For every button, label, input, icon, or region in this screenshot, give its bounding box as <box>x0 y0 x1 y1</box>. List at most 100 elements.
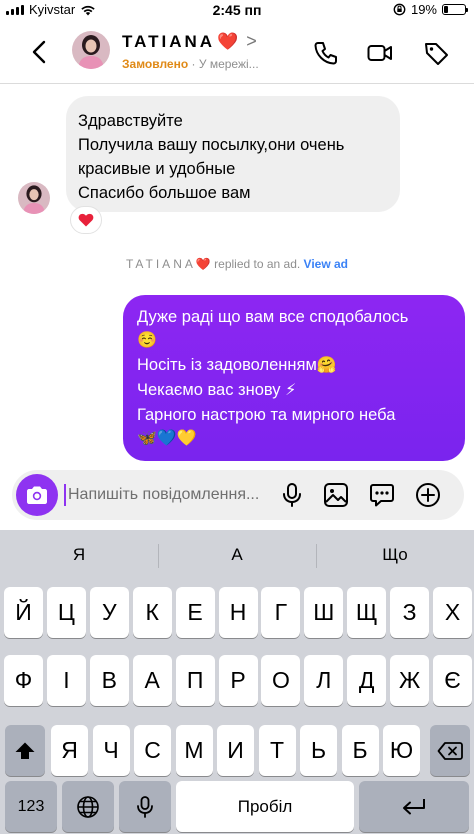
microphone-icon <box>137 795 153 818</box>
dictation-key[interactable] <box>119 781 171 832</box>
return-key[interactable] <box>359 781 469 832</box>
key-П[interactable]: П <box>175 655 215 706</box>
key-Р[interactable]: Р <box>218 655 258 706</box>
message-emoji: 🦋💙💛 <box>137 430 197 447</box>
message-text: Чекаємо вас знову <box>137 381 286 399</box>
key-Н[interactable]: Н <box>218 587 258 638</box>
suggestion-2[interactable]: А <box>158 530 316 580</box>
key-Й[interactable]: Й <box>4 587 43 638</box>
reply-note: TATIANA❤️ replied to an ad. View ad <box>0 257 474 271</box>
message-emoji: 🤗 <box>316 357 337 374</box>
key-І[interactable]: І <box>46 655 86 706</box>
key-У[interactable]: У <box>89 587 129 638</box>
status-right: 19% <box>393 2 468 17</box>
status-separator: · <box>188 57 199 71</box>
key-О[interactable]: О <box>261 655 301 706</box>
key-З[interactable]: З <box>390 587 430 638</box>
camera-icon <box>27 486 47 504</box>
key-И[interactable]: И <box>217 725 254 776</box>
shift-key[interactable] <box>5 725 45 776</box>
message-line: Спасибо большое вам <box>78 184 251 202</box>
heart-icon <box>78 213 94 227</box>
contact-subline: Замовлено · У мережі... <box>122 57 259 71</box>
status-bar: Kyivstar 2:45 пп 19% <box>0 0 474 20</box>
message-reaction[interactable] <box>70 206 102 234</box>
chat-header: TATIANA ❤️ > Замовлено · У мережі... <box>0 22 474 84</box>
contact-name-text: TATIANA <box>122 31 216 51</box>
key-Х[interactable]: Х <box>433 587 472 638</box>
video-camera-icon[interactable] <box>366 39 394 67</box>
key-С[interactable]: С <box>134 725 171 776</box>
back-arrow-icon[interactable] <box>26 38 54 66</box>
shift-icon <box>15 742 35 759</box>
key-Б[interactable]: Б <box>341 725 379 776</box>
globe-icon <box>77 795 99 818</box>
battery-icon <box>442 4 468 15</box>
tag-icon[interactable] <box>422 39 450 67</box>
backspace-icon <box>437 741 463 760</box>
suggestion-bar: Я А Що <box>0 530 474 580</box>
heart-emoji: ❤️ <box>195 257 211 271</box>
key-К[interactable]: К <box>132 587 172 638</box>
phone-icon[interactable] <box>312 39 340 67</box>
heart-emoji: ❤️ <box>217 31 239 51</box>
key-Л[interactable]: Л <box>304 655 344 706</box>
message-line: Носіть із задоволенням🤗 <box>137 353 451 378</box>
battery-percent: 19% <box>410 2 437 17</box>
key-А[interactable]: А <box>132 655 172 706</box>
key-Е[interactable]: Е <box>175 587 215 638</box>
order-status: Замовлено <box>122 57 189 71</box>
message-line: Гарного настрою та мирного неба <box>137 406 396 424</box>
key-Щ[interactable]: Щ <box>347 587 387 638</box>
plus-icon[interactable] <box>414 481 442 509</box>
message-input[interactable] <box>68 482 282 508</box>
key-Ч[interactable]: Ч <box>92 725 130 776</box>
keyboard: Я А Що ЙЦУКЕНГШЩЗХ ФІВАПРОЛДЖЄ ЯЧСМИТЬБЮ… <box>0 530 474 834</box>
sticker-icon[interactable] <box>368 481 396 509</box>
key-М[interactable]: М <box>175 725 213 776</box>
message-composer <box>12 470 464 520</box>
key-Г[interactable]: Г <box>261 587 301 638</box>
image-icon[interactable] <box>322 481 350 509</box>
key-Ф[interactable]: Ф <box>4 655 43 706</box>
space-key[interactable]: Пробіл <box>176 781 354 832</box>
key-В[interactable]: В <box>89 655 129 706</box>
incoming-message[interactable]: Здравствуйте Получила вашу посылку,они о… <box>66 96 400 212</box>
message-line: Получила вашу посылку,они очень <box>78 136 345 154</box>
view-ad-link[interactable]: View ad <box>304 257 348 271</box>
key-Є[interactable]: Є <box>433 655 472 706</box>
key-Ж[interactable]: Ж <box>390 655 430 706</box>
text-cursor <box>64 484 66 506</box>
camera-button[interactable] <box>16 474 58 516</box>
reply-text: replied to an ad. <box>210 257 304 271</box>
battery-fill <box>444 6 448 13</box>
key-Я[interactable]: Я <box>51 725 88 776</box>
key-Ш[interactable]: Ш <box>304 587 344 638</box>
contact-name[interactable]: TATIANA ❤️ > <box>122 31 257 52</box>
message-line: Дуже раді що вам все сподобалось <box>137 308 409 326</box>
sender-avatar[interactable] <box>18 182 50 214</box>
outgoing-message[interactable]: Дуже раді що вам все сподобалось ☺️ Носі… <box>123 295 465 461</box>
chevron-right-icon: > <box>246 31 257 51</box>
message-line: Здравствуйте <box>78 112 183 130</box>
message-text: Носіть із задоволенням <box>137 356 317 374</box>
numbers-key[interactable]: 123 <box>5 781 57 832</box>
key-Ю[interactable]: Ю <box>383 725 420 776</box>
key-Ь[interactable]: Ь <box>300 725 337 776</box>
microphone-icon[interactable] <box>278 481 306 509</box>
message-emoji: ☺️ <box>137 332 157 349</box>
message-line: Чекаємо вас знову ⚡ <box>137 378 451 403</box>
reply-name: TATIANA <box>125 257 196 271</box>
key-Т[interactable]: Т <box>258 725 296 776</box>
key-Ц[interactable]: Ц <box>46 587 86 638</box>
suggestion-3[interactable]: Що <box>316 530 474 580</box>
key-Д[interactable]: Д <box>347 655 387 706</box>
online-status: У мережі... <box>198 57 259 71</box>
contact-avatar[interactable] <box>72 31 110 69</box>
message-line: красивые и удобные <box>78 160 236 178</box>
return-icon <box>403 798 425 814</box>
lock-rotation-icon <box>393 3 406 16</box>
globe-key[interactable] <box>62 781 114 832</box>
backspace-key[interactable] <box>430 725 470 776</box>
suggestion-1[interactable]: Я <box>0 530 158 580</box>
